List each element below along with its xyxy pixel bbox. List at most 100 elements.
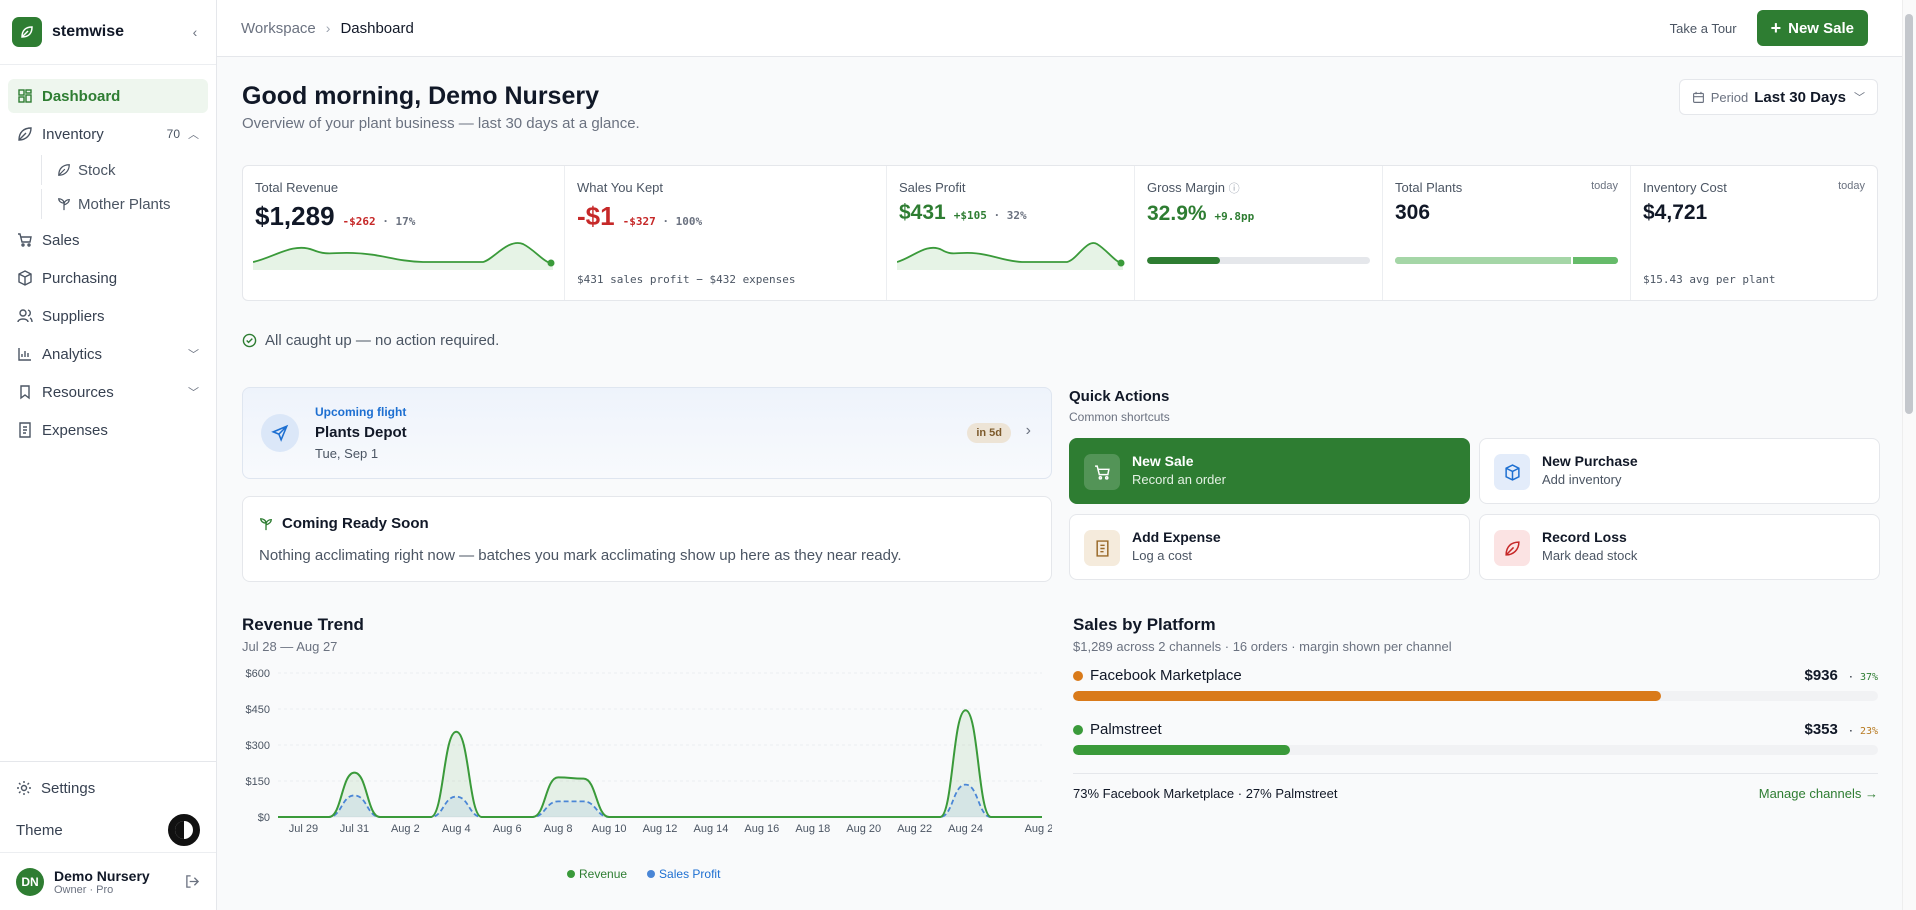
chevron-up-icon[interactable]: ︿ (188, 126, 199, 142)
legend-label: Revenue (579, 867, 628, 881)
kpi-strip: Total Revenue $1,289 -$262 · 17% What You… (242, 165, 1878, 301)
platform-share-track (1073, 691, 1878, 701)
check-circle-icon (242, 333, 257, 348)
inventory-count-badge: 70 (166, 127, 180, 141)
quick-action-record-loss[interactable]: Record Loss Mark dead stock (1479, 514, 1880, 580)
kpi-value: -$1 -$327 · 100% (577, 201, 874, 232)
margin-progress-fill (1147, 257, 1221, 264)
status-banner: All caught up — no action required. (242, 332, 499, 349)
sidebar-item-label: Dashboard (42, 87, 121, 105)
scrollbar-thumb[interactable] (1905, 14, 1913, 414)
sidebar-item-stock[interactable]: Stock (41, 155, 208, 185)
kpi-total-revenue[interactable]: Total Revenue $1,289 -$262 · 17% (243, 166, 565, 300)
platform-name: Palmstreet (1073, 721, 1162, 738)
quick-action-add-expense[interactable]: Add Expense Log a cost (1069, 514, 1470, 580)
quick-action-new-sale[interactable]: New Sale Record an order (1069, 438, 1470, 504)
kpi-value: $431 +$105 · 32% (899, 201, 1122, 225)
kpi-inventory-cost[interactable]: Inventory Cost today $4,721 $15.43 avg p… (1631, 166, 1877, 300)
package-icon (1494, 454, 1530, 490)
card-title: Coming Ready Soon (259, 515, 429, 532)
sprout-icon (57, 197, 71, 211)
cart-icon (17, 232, 33, 248)
sidebar-item-suppliers[interactable]: Suppliers (8, 299, 208, 333)
receipt-icon (17, 422, 33, 438)
quick-action-desc: Record an order (1132, 472, 1226, 487)
sidebar-item-resources[interactable]: Resources ﹀ (8, 375, 208, 409)
platform-margin-wrap: · 37% (1841, 672, 1878, 683)
sidebar-item-sales[interactable]: Sales (8, 223, 208, 257)
platform-share-fill (1073, 691, 1661, 701)
quick-action-desc: Log a cost (1132, 548, 1192, 563)
x-tick-label: Aug 22 (897, 823, 932, 835)
period-value: Last 30 Days (1754, 88, 1846, 106)
theme-toggle[interactable] (168, 814, 200, 846)
scrollbar[interactable] (1902, 0, 1916, 910)
platform-swatch (1073, 670, 1083, 681)
chevron-down-icon[interactable]: ﹀ (188, 346, 199, 362)
platform-name: Facebook Marketplace (1073, 667, 1242, 684)
take-tour-button[interactable]: Take a Tour (1670, 21, 1737, 36)
new-sale-button[interactable]: + New Sale (1756, 10, 1868, 46)
sidebar-item-dashboard[interactable]: Dashboard (8, 79, 208, 113)
kpi-footnote: $15.43 avg per plant (1643, 273, 1776, 286)
platform-margin: 37% (1859, 672, 1878, 683)
sidebar-item-purchasing[interactable]: Purchasing (8, 261, 208, 295)
kpi-delta-amount: +9.8pp (1214, 210, 1255, 223)
sidebar-item-label: Mother Plants (78, 195, 171, 213)
flight-kicker: Upcoming flight (315, 405, 407, 419)
kpi-sales-profit[interactable]: Sales Profit $431 +$105 · 32% (887, 166, 1135, 300)
kpi-delta-pct: 100% (675, 215, 703, 228)
logout-icon[interactable] (185, 874, 200, 889)
kpi-delta-amount: -$262 (342, 215, 376, 228)
platform-margin: 23% (1859, 726, 1878, 737)
platform-label: Palmstreet (1090, 721, 1162, 738)
kpi-what-you-kept[interactable]: What You Kept -$1 -$327 · 100% $431 sales… (565, 166, 887, 300)
kpi-value-text: -$1 (577, 201, 615, 231)
revenue-trend-chart: $600 $450 $300 $150 $0 Jul 29 Jul 31 Aug 2 Aug 4… (246, 668, 1052, 835)
x-tick-label: Aug 14 (693, 823, 728, 835)
settings-link[interactable]: Settings (0, 768, 216, 808)
gear-icon (16, 780, 32, 796)
quick-action-desc: Add inventory (1542, 472, 1622, 487)
avatar: DN (16, 867, 44, 896)
quick-action-label: Add Expense (1132, 529, 1221, 545)
new-sale-label: New Sale (1788, 19, 1854, 37)
x-tick-label: Aug 2 (391, 823, 420, 835)
kpi-delta-pct: 17% (395, 215, 416, 228)
section-subtitle: Common shortcuts (1069, 410, 1170, 424)
chevron-down-icon[interactable]: ﹀ (188, 384, 199, 400)
upcoming-flight-card[interactable]: Upcoming flight Plants Depot Tue, Sep 1 … (242, 387, 1052, 479)
sidebar-item-label: Purchasing (42, 269, 118, 287)
info-icon[interactable]: ⓘ (1229, 183, 1240, 195)
settings-label: Settings (41, 779, 96, 797)
manage-channels-link[interactable]: Manage channels → (1759, 786, 1878, 801)
topbar: Workspace › Dashboard Take a Tour + New … (217, 0, 1916, 57)
quick-action-label: New Purchase (1542, 453, 1638, 469)
breadcrumb-workspace[interactable]: Workspace (241, 20, 316, 37)
sidebar-item-inventory[interactable]: Inventory 70 ︿ (8, 117, 208, 151)
flight-date: Tue, Sep 1 (315, 446, 379, 461)
margin-progress-track (1147, 257, 1370, 264)
sidebar-item-expenses[interactable]: Expenses (8, 413, 208, 447)
sidebar-item-analytics[interactable]: Analytics ﹀ (8, 337, 208, 371)
x-tick-label: Jul 29 (289, 823, 318, 835)
kpi-gross-margin[interactable]: Gross Margin ⓘ 32.9% +9.8pp (1135, 166, 1383, 300)
collapse-sidebar-icon[interactable]: ‹ (186, 24, 204, 40)
kpi-value-text: $431 (899, 201, 946, 224)
y-tick-label: $150 (246, 776, 270, 788)
section-subtitle: $1,289 across 2 channels · 16 orders · m… (1073, 639, 1452, 654)
quick-action-new-purchase[interactable]: New Purchase Add inventory (1479, 438, 1880, 504)
revenue-area (278, 710, 1042, 817)
revenue-sparkline (253, 242, 555, 270)
kpi-title: Sales Profit (899, 180, 966, 195)
kpi-total-plants[interactable]: Total Plants today 306 (1383, 166, 1631, 300)
bookmark-icon (17, 384, 33, 400)
plus-icon: + (1770, 17, 1782, 38)
chart-title: Revenue Trend (242, 615, 364, 634)
sidebar-item-mother-plants[interactable]: Mother Plants (41, 189, 208, 219)
user-profile[interactable]: DN Demo Nursery Owner · Pro (0, 852, 216, 910)
platform-amount: $353 (1804, 721, 1838, 738)
period-select[interactable]: Period Last 30 Days ﹀ (1678, 79, 1878, 115)
sidebar: stemwise ‹ Dashboard Inventory 70 ︿ Stoc… (0, 0, 217, 910)
x-tick-label: Aug 18 (795, 823, 830, 835)
